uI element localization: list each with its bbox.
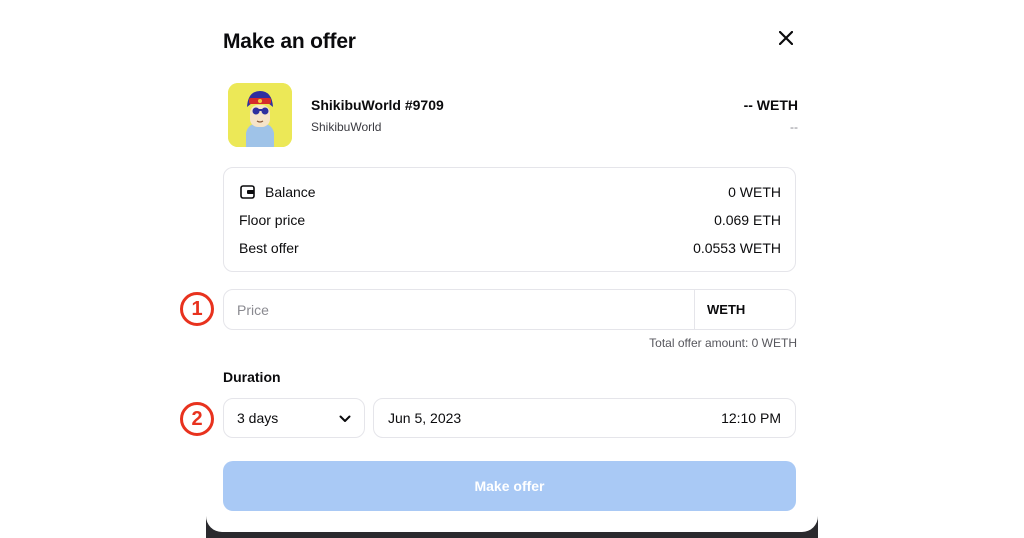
floor-price-label: Floor price — [239, 212, 306, 228]
screenshot-frame: Make an offer ShikibuWorld #9709 Shikibu… — [0, 0, 1024, 538]
modal-title: Make an offer — [223, 30, 356, 53]
item-collection: ShikibuWorld — [311, 120, 382, 134]
currency-selector[interactable]: WETH — [694, 290, 795, 329]
expiration-date: Jun 5, 2023 — [388, 410, 462, 426]
item-name: ShikibuWorld #9709 — [311, 97, 444, 113]
wallet-icon — [239, 184, 255, 200]
balance-row: Balance 0 WETH — [239, 182, 781, 202]
expiration-datetime-field[interactable]: Jun 5, 2023 12:10 PM — [373, 398, 796, 438]
offer-info-box: Balance 0 WETH Floor price 0.069 ETH Bes… — [223, 167, 796, 272]
best-offer-label: Best offer — [239, 240, 299, 256]
balance-label: Balance — [265, 184, 316, 200]
floor-price-row: Floor price 0.069 ETH — [239, 210, 781, 230]
expiration-time: 12:10 PM — [721, 410, 781, 426]
duration-selected-value: 3 days — [237, 410, 279, 426]
duration-label: Duration — [223, 369, 281, 385]
make-offer-modal: Make an offer ShikibuWorld #9709 Shikibu… — [206, 0, 818, 532]
best-offer-value: 0.0553 WETH — [693, 240, 781, 256]
price-field: WETH — [223, 289, 796, 330]
step-1-badge: 1 — [180, 292, 214, 326]
item-price: -- WETH — [743, 97, 798, 113]
make-offer-button[interactable]: Make offer — [223, 461, 796, 511]
best-offer-row: Best offer 0.0553 WETH — [239, 238, 781, 258]
floor-price-value: 0.069 ETH — [714, 212, 781, 228]
total-offer-amount: Total offer amount: 0 WETH — [649, 336, 797, 350]
duration-select[interactable]: 3 days — [223, 398, 365, 438]
item-summary: ShikibuWorld #9709 ShikibuWorld -- WETH … — [228, 83, 798, 147]
chevron-down-icon — [339, 410, 351, 426]
nft-thumbnail — [228, 83, 292, 147]
close-button[interactable] — [772, 28, 800, 52]
step-2-badge: 2 — [180, 402, 214, 436]
balance-value: 0 WETH — [728, 184, 781, 200]
item-usd-price: -- — [790, 120, 798, 134]
close-icon — [778, 30, 794, 50]
price-input[interactable] — [224, 290, 694, 329]
